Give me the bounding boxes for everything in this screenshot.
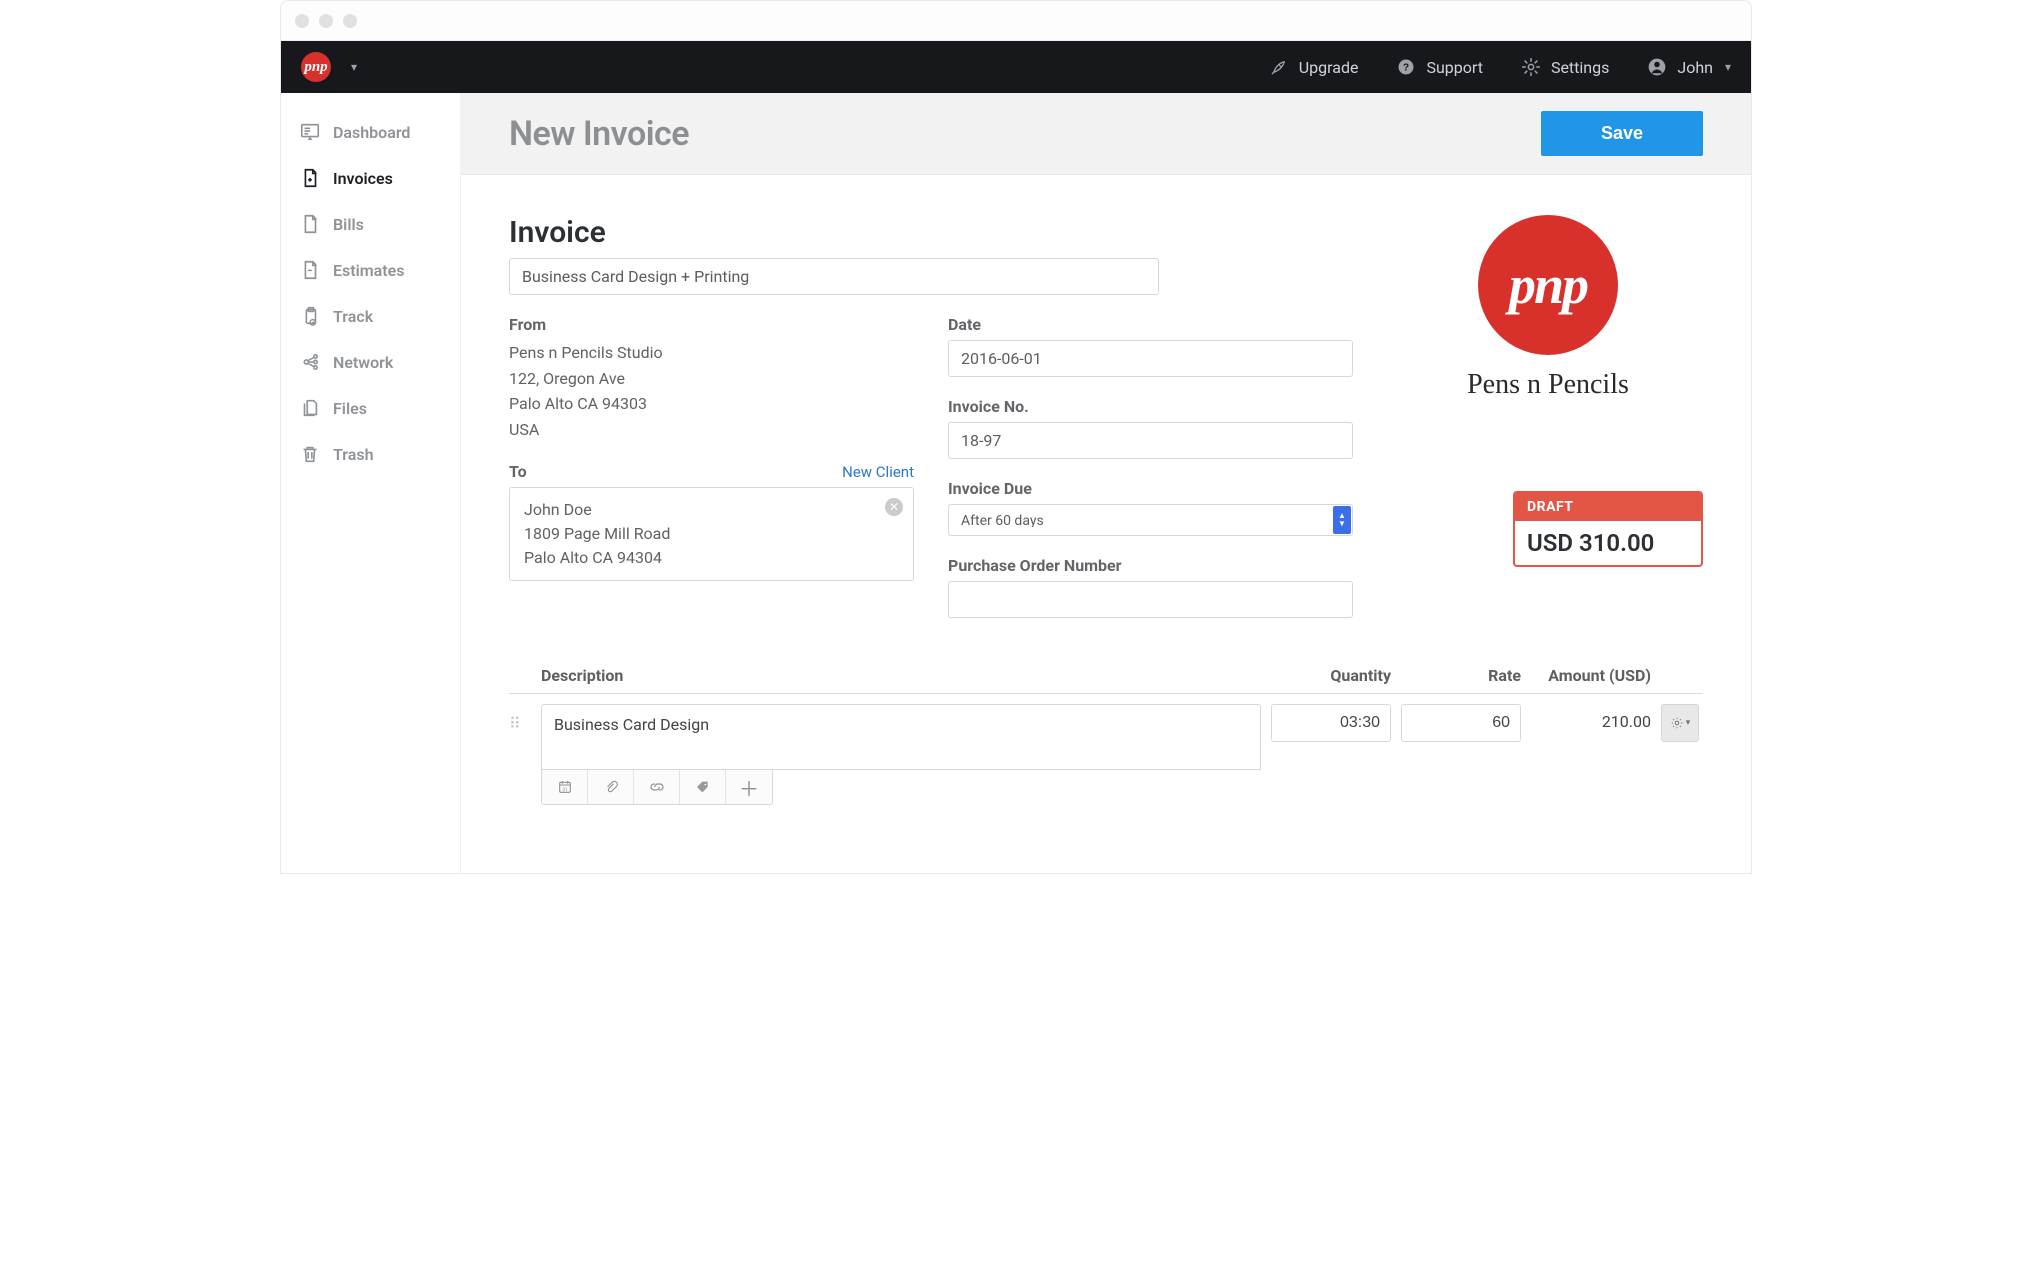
col-description: Description <box>541 666 1261 685</box>
from-address: Pens n Pencils Studio 122, Oregon Ave Pa… <box>509 340 914 442</box>
invoice-title-input[interactable] <box>509 258 1159 295</box>
total-amount: USD 310.00 <box>1515 521 1701 565</box>
network-icon <box>299 351 321 373</box>
user-avatar-icon <box>1647 57 1667 77</box>
estimate-icon <box>299 259 321 281</box>
from-label: From <box>509 315 914 334</box>
due-select[interactable]: After 60 days <box>948 504 1353 536</box>
sidebar-item-files[interactable]: Files <box>293 385 448 431</box>
date-label: Date <box>948 315 1353 334</box>
user-menu[interactable]: John ▾ <box>1647 57 1731 77</box>
sidebar: Dashboard Invoices Bills <box>281 93 461 873</box>
due-label: Invoice Due <box>948 479 1353 498</box>
upgrade-link[interactable]: Upgrade <box>1269 57 1359 77</box>
new-client-link[interactable]: New Client <box>842 463 914 481</box>
line-description-input[interactable]: Business Card Design <box>541 704 1261 770</box>
sidebar-item-label: Trash <box>333 445 374 464</box>
rocket-icon <box>1269 57 1289 77</box>
col-rate: Rate <box>1401 666 1521 685</box>
main-panel: New Invoice Save Invoice From <box>461 93 1751 873</box>
dashboard-icon <box>299 121 321 143</box>
window-titlebar <box>281 1 1751 41</box>
sidebar-item-trash[interactable]: Trash <box>293 431 448 477</box>
track-icon <box>299 305 321 327</box>
page-title: New Invoice <box>509 114 689 154</box>
workspace-switcher[interactable]: pnp ▾ <box>301 52 357 82</box>
sidebar-item-label: Files <box>333 399 367 418</box>
clear-client-icon[interactable]: ✕ <box>885 498 903 516</box>
svg-text:?: ? <box>1403 62 1409 73</box>
col-amount: Amount (USD) <box>1531 666 1651 685</box>
line-items-section: Description Quantity Rate Amount (USD) ⠿… <box>509 666 1703 805</box>
brand-logo-icon: pnp <box>1478 215 1618 355</box>
trash-icon <box>299 443 321 465</box>
help-icon: ? <box>1396 57 1416 77</box>
upgrade-label: Upgrade <box>1299 58 1359 77</box>
sidebar-item-network[interactable]: Network <box>293 339 448 385</box>
chevron-down-icon: ▾ <box>351 60 357 74</box>
line-amount: 210.00 <box>1531 704 1651 731</box>
page-header: New Invoice Save <box>461 93 1751 175</box>
total-card: DRAFT USD 310.00 <box>1513 491 1703 567</box>
window-close-dot[interactable] <box>295 14 309 28</box>
line-item-toolbar: 31 ＋ <box>541 770 773 805</box>
line-rate-input[interactable] <box>1401 704 1521 742</box>
support-label: Support <box>1426 58 1482 77</box>
link-icon[interactable] <box>634 770 680 804</box>
sidebar-item-estimates[interactable]: Estimates <box>293 247 448 293</box>
to-label: To <box>509 462 527 481</box>
client-box[interactable]: ✕ John Doe 1809 Page Mill Road Palo Alto… <box>509 487 914 581</box>
settings-label: Settings <box>1551 58 1609 77</box>
sidebar-item-track[interactable]: Track <box>293 293 448 339</box>
drag-handle-icon[interactable]: ⠿ <box>509 704 531 733</box>
col-quantity: Quantity <box>1271 666 1391 685</box>
window-zoom-dot[interactable] <box>343 14 357 28</box>
po-label: Purchase Order Number <box>948 556 1353 575</box>
sidebar-item-label: Invoices <box>333 169 393 188</box>
invoice-icon <box>299 167 321 189</box>
user-name: John <box>1677 58 1713 77</box>
sidebar-item-label: Estimates <box>333 261 404 280</box>
svg-text:31: 31 <box>562 787 567 793</box>
line-gear-button[interactable]: ▾ <box>1661 704 1699 742</box>
invoice-no-input[interactable] <box>948 422 1353 459</box>
sidebar-item-bills[interactable]: Bills <box>293 201 448 247</box>
sidebar-item-invoices[interactable]: Invoices <box>293 155 448 201</box>
add-icon[interactable]: ＋ <box>726 770 772 804</box>
bill-icon <box>299 213 321 235</box>
attachment-icon[interactable] <box>588 770 634 804</box>
invoice-title-heading: Invoice <box>509 215 1353 250</box>
po-input[interactable] <box>948 581 1353 618</box>
invoice-no-label: Invoice No. <box>948 397 1353 416</box>
tag-icon[interactable] <box>680 770 726 804</box>
gear-icon <box>1521 57 1541 77</box>
sidebar-item-label: Bills <box>333 215 364 234</box>
chevron-down-icon: ▾ <box>1725 60 1731 74</box>
app-window: pnp ▾ Upgrade ? Support Settings <box>280 0 1752 874</box>
calendar-icon[interactable]: 31 <box>542 770 588 804</box>
brand-block: pnp Pens n Pencils <box>1393 215 1703 401</box>
sidebar-item-label: Track <box>333 307 373 326</box>
brand-name: Pens n Pencils <box>1393 369 1703 401</box>
window-minimize-dot[interactable] <box>319 14 333 28</box>
support-link[interactable]: ? Support <box>1396 57 1482 77</box>
status-badge: DRAFT <box>1515 493 1701 521</box>
date-input[interactable] <box>948 340 1353 377</box>
files-icon <box>299 397 321 419</box>
save-button[interactable]: Save <box>1541 111 1703 156</box>
sidebar-item-dashboard[interactable]: Dashboard <box>293 109 448 155</box>
brand-badge-icon: pnp <box>301 52 331 82</box>
line-quantity-input[interactable] <box>1271 704 1391 742</box>
topbar: pnp ▾ Upgrade ? Support Settings <box>281 41 1751 93</box>
sidebar-item-label: Network <box>333 353 393 372</box>
settings-link[interactable]: Settings <box>1521 57 1609 77</box>
sidebar-item-label: Dashboard <box>333 123 410 142</box>
line-item-row: ⠿ Business Card Design 31 <box>509 704 1703 805</box>
